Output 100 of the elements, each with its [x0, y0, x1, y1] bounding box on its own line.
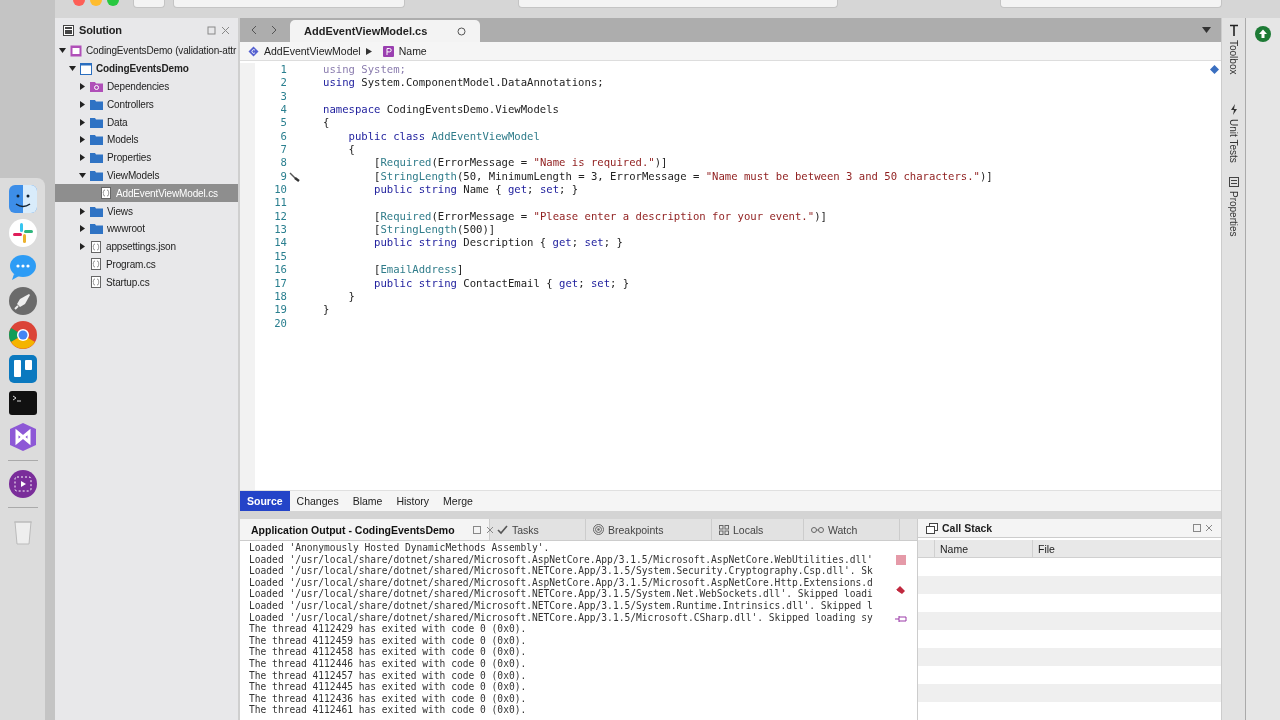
maximize-icon[interactable] — [1193, 524, 1201, 533]
eraser-icon[interactable] — [895, 585, 906, 595]
maximize-icon[interactable] — [207, 25, 216, 35]
view-tab[interactable]: Blame — [345, 491, 390, 511]
output-line: The thread 4112429 has exited with code 0 (0x0). — [249, 623, 528, 635]
output-line: Loaded '/usr/local/share/dotnet/shared/Microsoft.AspNetCore.App/3.1.5/Microsoft.AspNetCore.WebUtilities.dll' — [249, 553, 874, 566]
tree-row[interactable]: Controllers — [55, 95, 238, 114]
view-tab[interactable]: Merge — [436, 491, 480, 511]
close-icon[interactable] — [1205, 524, 1213, 533]
close-icon[interactable] — [221, 25, 230, 35]
collapsed-arrow-icon[interactable] — [79, 118, 86, 126]
stop-icon[interactable] — [895, 555, 906, 565]
speech-bubble-icon[interactable] — [7, 252, 38, 282]
tree-row[interactable]: wwwroot — [55, 219, 238, 238]
rocket-icon[interactable] — [7, 286, 38, 316]
class-icon — [248, 45, 259, 57]
code-line: [StringLength(50, MinimumLength = 3, ErrorMessage = "Name must be between 3 and 50 characters.")] — [373, 169, 993, 184]
pad-title: Solution — [79, 24, 123, 36]
tree-item-label: appsettings.json — [106, 241, 176, 253]
tree-item-label: Controllers — [107, 98, 154, 110]
close-icon[interactable] — [485, 525, 494, 534]
tree-item-label: Models — [107, 134, 139, 146]
output-line: Loaded '/usr/local/share/dotnet/shared/Microsoft.NETCore.App/3.1.5/System.Runtime.Intrinsics.dll'. Skipped l — [249, 599, 874, 612]
pad-tab[interactable]: Breakpoints — [586, 519, 712, 540]
output-line: The thread 4112457 has exited with code 0 (0x0). — [249, 669, 528, 682]
ribbon-icon[interactable] — [7, 422, 38, 452]
collapsed-arrow-icon[interactable] — [79, 100, 86, 108]
output-line: The thread 4112461 has exited with code 0 (0x0). — [249, 704, 528, 716]
pad-tab[interactable]: Locals — [712, 519, 804, 540]
line-number: 4 — [279, 103, 287, 117]
output-line: The thread 4112458 has exited with code 0 (0x0). — [249, 646, 528, 658]
tree-row[interactable]: Views — [55, 202, 238, 220]
play-icon[interactable] — [7, 469, 38, 499]
collapsed-arrow-icon[interactable] — [79, 225, 86, 233]
list-icon — [1228, 177, 1239, 188]
output-line: The thread 4112446 has exited with code 0 (0x0). — [249, 657, 528, 670]
tree-row[interactable]: ViewModels — [55, 166, 238, 185]
line-number: 13 — [273, 223, 287, 237]
pad-tab[interactable]: Watch — [804, 519, 900, 540]
breadcrumb-item[interactable]: AddEventViewModel — [264, 45, 361, 57]
output-line: Loaded 'Anonymously Hosted DynamicMethods Assembly'. — [249, 542, 551, 554]
side-tab[interactable]: Properties — [1228, 177, 1239, 237]
code-line: [StringLength(500)] — [373, 223, 497, 237]
pad-tab[interactable]: Application Output - CodingEventsDemo — [240, 519, 490, 540]
tree-row[interactable]: Models — [55, 131, 238, 149]
board-icon[interactable] — [7, 354, 38, 384]
tree-row[interactable]: Program.cs — [55, 255, 238, 274]
file-icon — [90, 276, 102, 289]
dropdown-icon[interactable] — [1202, 27, 1211, 34]
t-icon — [1228, 24, 1239, 36]
code-line: public string Description { get; set; } — [373, 236, 624, 250]
view-tab[interactable]: Changes — [289, 491, 346, 511]
view-tab[interactable]: History — [389, 491, 437, 511]
tree-row[interactable]: Data — [55, 113, 238, 131]
collapsed-arrow-icon[interactable] — [79, 136, 86, 144]
circle-icon[interactable] — [7, 320, 38, 350]
code-line: { — [323, 116, 331, 130]
tree-row[interactable]: appsettings.json — [55, 237, 238, 256]
screwdriver-icon[interactable] — [289, 171, 300, 182]
collapsed-arrow-icon[interactable] — [79, 243, 86, 251]
tree-row[interactable]: CodingEventsDemo (validation-attr — [55, 42, 238, 60]
editor-tab[interactable]: AddEventViewModel.cs — [290, 20, 481, 42]
circle-icon[interactable] — [457, 26, 467, 36]
folder-icon — [90, 223, 103, 235]
code-line: namespace CodingEventsDemo.ViewModels — [323, 103, 560, 117]
glasses-icon — [811, 526, 824, 533]
collapsed-arrow-icon[interactable] — [79, 207, 86, 215]
tree-row[interactable]: Dependencies — [55, 77, 238, 96]
view-tab[interactable]: Source — [240, 491, 290, 511]
terminal-icon[interactable] — [7, 388, 38, 418]
tree-row[interactable]: Properties — [55, 148, 238, 167]
folder-icon — [90, 205, 103, 217]
tree-row[interactable]: CodingEventsDemo — [55, 59, 238, 78]
collapsed-arrow-icon[interactable] — [79, 154, 86, 162]
tree-item-label: CodingEventsDemo (validation-attr — [86, 45, 237, 57]
face-icon[interactable] — [7, 184, 38, 214]
collapsed-arrow-icon[interactable] — [79, 83, 86, 90]
expanded-arrow-icon[interactable] — [59, 47, 66, 55]
side-tab[interactable]: Unit Tests — [1228, 104, 1239, 164]
output-line: The thread 4112459 has exited with code 0 (0x0). — [249, 634, 528, 647]
column-header[interactable]: Name — [934, 540, 1032, 557]
upload-icon[interactable] — [1255, 26, 1271, 42]
expanded-arrow-icon[interactable] — [69, 65, 76, 73]
pinwheel-icon[interactable] — [7, 218, 38, 248]
line-number: 20 — [273, 316, 287, 330]
maximize-icon[interactable] — [472, 525, 481, 534]
folder-icon — [90, 152, 103, 164]
pin-icon[interactable] — [894, 615, 907, 623]
file-icon — [90, 240, 102, 253]
line-number: 5 — [279, 116, 287, 130]
side-tab[interactable]: Toolbox — [1228, 24, 1239, 75]
pad-tab[interactable]: Tasks — [490, 519, 586, 540]
line-number: 16 — [273, 263, 287, 277]
folder-icon — [90, 98, 103, 110]
tree-item-label: Properties — [107, 152, 152, 164]
expanded-arrow-icon[interactable] — [79, 171, 86, 179]
folder-icon — [90, 169, 103, 181]
tree-row[interactable]: Startup.cs — [55, 273, 238, 292]
breadcrumb-item[interactable]: Name — [398, 45, 427, 57]
lightning-icon — [1229, 104, 1238, 116]
